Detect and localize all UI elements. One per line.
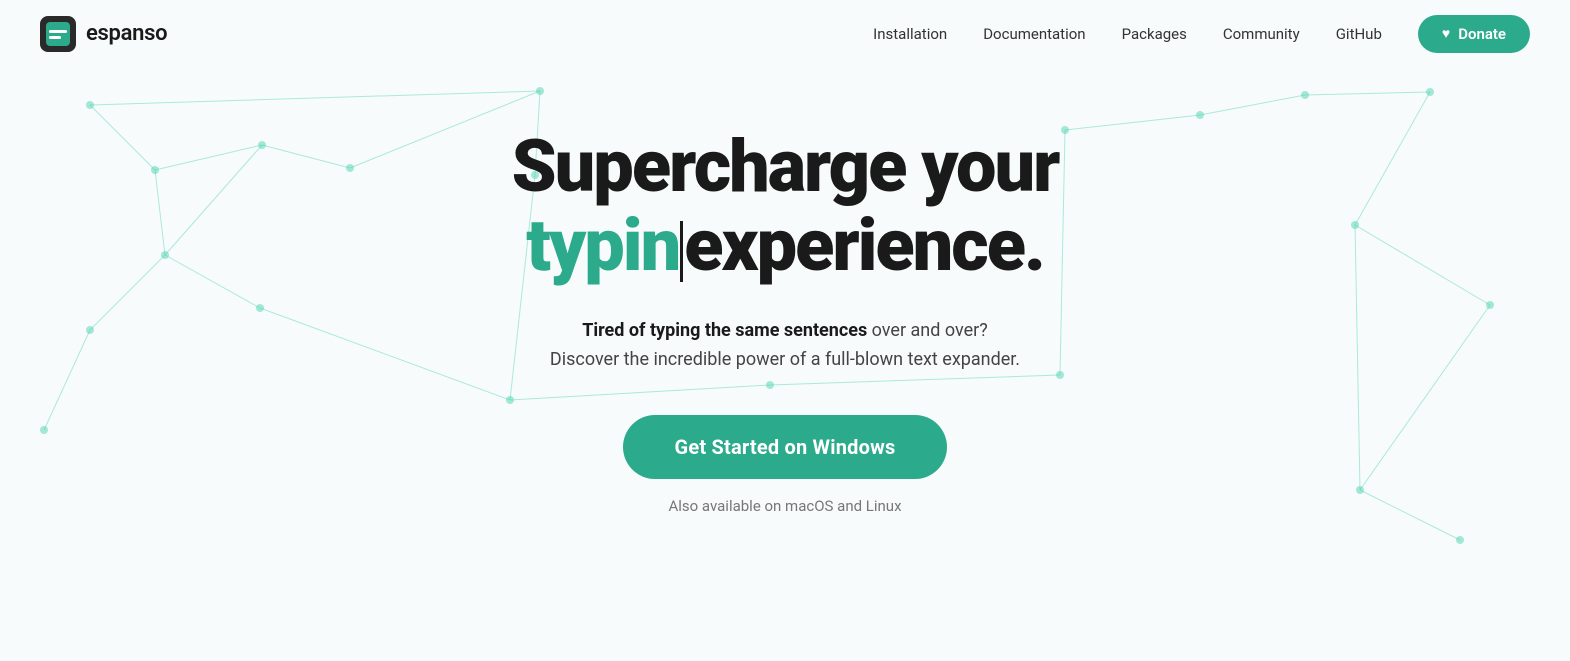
nav-community[interactable]: Community [1223,25,1300,43]
nav-packages[interactable]: Packages [1122,25,1187,43]
header: espanso Installation Documentation Packa… [0,0,1570,67]
nav-github[interactable]: GitHub [1336,25,1382,43]
main-nav: Installation Documentation Packages Comm… [873,15,1530,53]
hero-typing-word: typin [526,203,679,288]
hero-subtitle-bold: Tired of typing the same sentences [582,320,867,341]
logo-icon [40,16,76,52]
hero-title-prefix: Supercharge your [512,124,1059,209]
hero-title-suffix: experience. [684,203,1044,288]
also-available-text: Also available on macOS and Linux [668,497,901,515]
hero-subtitle: Tired of typing the same sentences over … [550,317,1020,375]
get-started-button[interactable]: Get Started on Windows [623,415,948,479]
cursor [680,221,683,282]
hero-title: Supercharge your typinexperience. [512,127,1059,285]
donate-button[interactable]: ♥ Donate [1418,15,1530,53]
logo[interactable]: espanso [40,16,167,52]
heart-icon: ♥ [1442,25,1450,42]
logo-text: espanso [86,21,167,46]
hero-section: Supercharge your typinexperience. Tired … [0,67,1570,515]
nav-installation[interactable]: Installation [873,25,947,43]
nav-documentation[interactable]: Documentation [983,25,1085,43]
